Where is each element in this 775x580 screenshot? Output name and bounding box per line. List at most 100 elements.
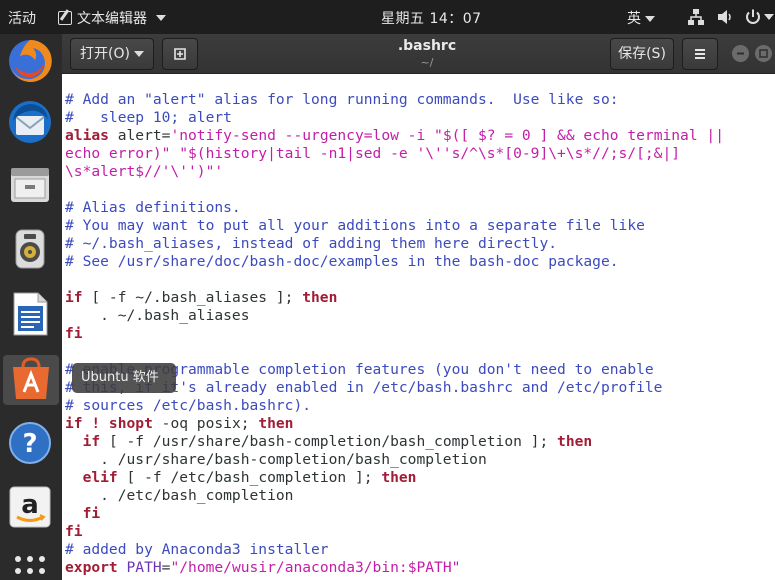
code-content[interactable]: # Add an "alert" alias for long running … — [65, 91, 724, 577]
code-line: # Add an "alert" alias for long running … — [65, 91, 724, 109]
network-icon[interactable] — [687, 8, 705, 26]
files-icon[interactable] — [5, 160, 55, 210]
keyword-token: if — [82, 433, 101, 450]
plain-token: [ -f /etc/bash_completion ]; — [117, 469, 382, 486]
open-button[interactable]: 打开(O) — [70, 38, 154, 70]
maximize-icon — [759, 49, 768, 58]
plain-token: -oq posix; — [152, 415, 259, 432]
code-line: \s*alert$//'\'')"' — [65, 163, 724, 181]
open-button-label: 打开(O) — [80, 46, 130, 62]
plain-token: . ~/.bash_aliases — [65, 307, 250, 324]
show-apps-icon[interactable] — [5, 546, 55, 580]
plain-token: [ -f ~/.bash_aliases ]; — [82, 289, 303, 306]
save-button[interactable]: 保存(S) — [610, 38, 674, 70]
minimize-button[interactable] — [732, 45, 749, 62]
menu-button[interactable] — [682, 38, 718, 70]
volume-icon[interactable] — [716, 8, 734, 26]
chevron-down-icon — [645, 16, 655, 22]
top-bar: 活动 文本编辑器 星期五 14：07 英 — [0, 0, 775, 34]
string-token: echo error)" "$(history|tail -n1|sed -e … — [65, 145, 681, 162]
file-name: .bashrc — [397, 38, 457, 54]
code-line: if [ -f ~/.bash_aliases ]; then — [65, 289, 724, 307]
comment-token: # sources /etc/bash.bashrc). — [65, 397, 312, 414]
text-editor-icon — [58, 11, 72, 25]
svg-text:?: ? — [22, 429, 37, 459]
keyword-token: fi — [65, 523, 83, 540]
keyword-token: elif — [82, 469, 118, 486]
chevron-down-icon — [133, 51, 144, 57]
rhythmbox-icon[interactable] — [5, 224, 55, 274]
code-line: alias alert='notify-send --urgency=low -… — [65, 127, 724, 145]
code-line: fi — [65, 325, 724, 343]
code-line: fi — [65, 523, 724, 541]
plain-token: . /etc/bash_completion — [65, 487, 294, 504]
code-line: . /etc/bash_completion — [65, 487, 724, 505]
code-line: echo error)" "$(history|tail -n1|sed -e … — [65, 145, 724, 163]
variable-token: PATH — [126, 559, 162, 576]
keyword-token: export — [65, 559, 118, 576]
code-line: if [ -f /usr/share/bash-completion/bash_… — [65, 433, 724, 451]
comment-token: # Alias definitions. — [65, 199, 241, 216]
keyword-token: then — [258, 415, 294, 432]
keyword-token: alias — [65, 127, 109, 144]
thunderbird-icon[interactable] — [5, 97, 55, 147]
document-title: .bashrc ~/ — [362, 38, 492, 69]
keyword-token: fi — [82, 505, 101, 522]
code-line: elif [ -f /etc/bash_completion ]; then — [65, 469, 724, 487]
keyword-token: then — [381, 469, 417, 486]
system-menu-chevron-icon[interactable] — [764, 14, 774, 20]
code-line: # sleep 10; alert — [65, 109, 724, 127]
minimize-icon — [737, 52, 744, 55]
code-line: # Alias definitions. — [65, 199, 724, 217]
plain-token: alert= — [108, 127, 171, 144]
comment-token: # You may want to put all your additions… — [65, 217, 645, 234]
libreoffice-writer-icon[interactable] — [5, 289, 55, 339]
app-menu-label: 文本编辑器 — [77, 11, 147, 27]
power-icon[interactable] — [744, 8, 762, 26]
dock: ? a — [0, 34, 62, 580]
amazon-icon[interactable]: a — [5, 482, 55, 532]
string-token: 'notify-send --urgency=low -i "$([ $? = … — [170, 127, 724, 144]
plain-token: . /usr/share/bash-completion/bash_comple… — [65, 451, 487, 468]
code-line: . ~/.bash_aliases — [65, 307, 724, 325]
text-editor-area[interactable]: # Add an "alert" alias for long running … — [62, 74, 775, 580]
dock-item-ubuntu-software[interactable] — [3, 355, 59, 405]
editor-header-bar: 打开(O) .bashrc ~/ 保存(S) — [62, 34, 775, 74]
ubuntu-software-icon — [13, 357, 49, 399]
app-menu[interactable]: 文本编辑器 — [58, 8, 166, 28]
activities-button[interactable]: 活动 — [8, 8, 36, 28]
maximize-button[interactable] — [755, 45, 772, 62]
code-line: . /usr/share/bash-completion/bash_comple… — [65, 451, 724, 469]
comment-token: # Add an "alert" alias for long running … — [65, 91, 619, 108]
string-token: "/home/wusir/anaconda3/bin:$PATH" — [170, 559, 461, 576]
comment-token: # ~/.bash_aliases, instead of adding the… — [65, 235, 558, 252]
comment-token: # added by Anaconda3 installer — [65, 541, 329, 558]
input-method-menu[interactable]: 英 — [627, 8, 655, 28]
firefox-icon[interactable] — [5, 36, 55, 86]
code-line: # added by Anaconda3 installer — [65, 541, 724, 559]
keyword-token: if — [65, 289, 83, 306]
code-line: export PATH="/home/wusir/anaconda3/bin:$… — [65, 559, 724, 577]
keyword-token: then — [557, 433, 593, 450]
code-line: # See /usr/share/doc/bash-doc/examples i… — [65, 253, 724, 271]
new-tab-button[interactable] — [162, 38, 198, 70]
clock[interactable]: 星期五 14：07 — [381, 8, 482, 28]
code-line: # You may want to put all your additions… — [65, 217, 724, 235]
comment-token: # sleep 10; alert — [65, 109, 232, 126]
chevron-down-icon — [156, 15, 166, 21]
help-icon[interactable]: ? — [5, 418, 55, 468]
code-line: if ! shopt -oq posix; then — [65, 415, 724, 433]
input-method-label: 英 — [627, 11, 641, 27]
code-line: # ~/.bash_aliases, instead of adding the… — [65, 235, 724, 253]
keyword-token: fi — [65, 325, 83, 342]
plain-token: [ -f /usr/share/bash-completion/bash_com… — [100, 433, 558, 450]
keyword-token: then — [302, 289, 338, 306]
comment-token: # See /usr/share/doc/bash-doc/examples i… — [65, 253, 619, 270]
